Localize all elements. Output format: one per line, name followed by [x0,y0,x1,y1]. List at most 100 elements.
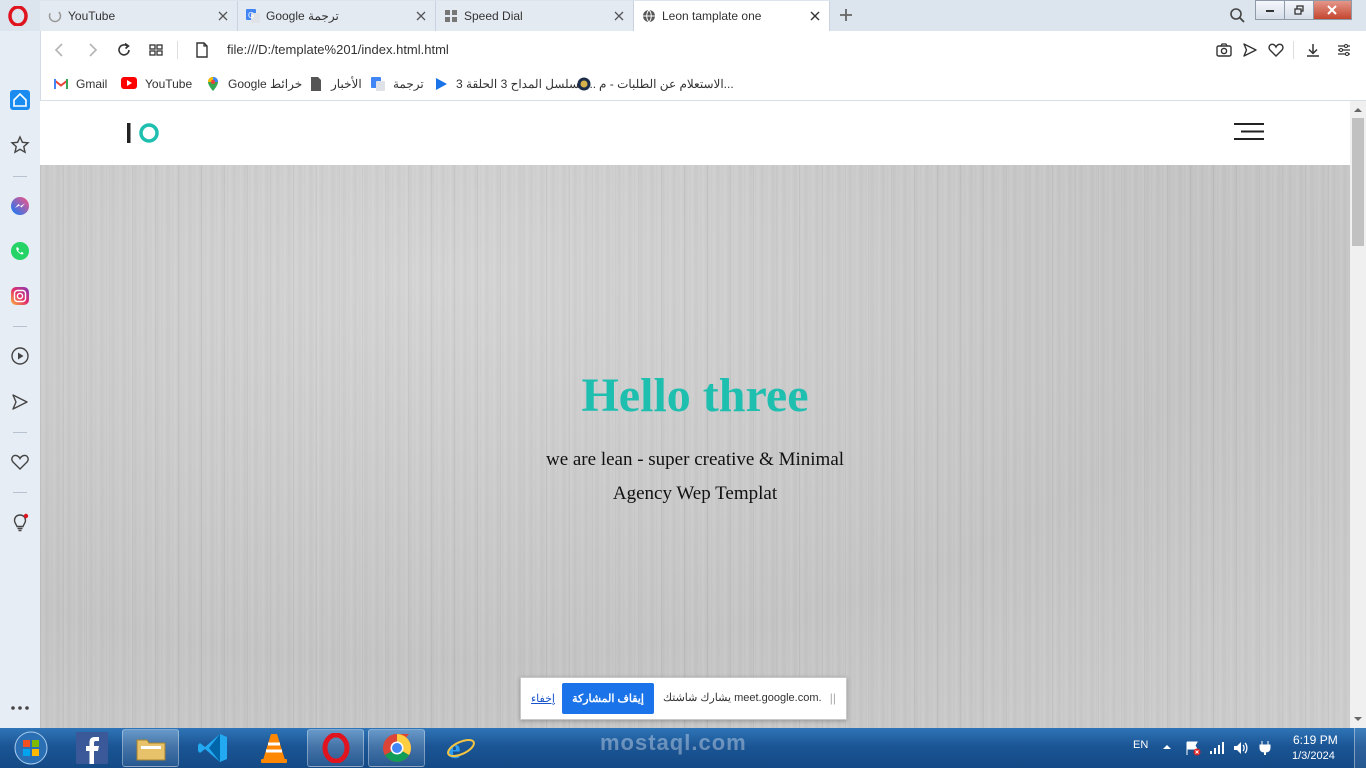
easy-setup-icon[interactable] [1335,41,1353,59]
whatsapp-icon[interactable] [8,239,32,263]
messenger-icon[interactable] [8,194,32,218]
google-maps-icon [206,77,220,91]
url-field[interactable]: file:///D:/template%201/index.html.html [227,42,449,57]
bookmark-label: ترجمة [393,77,424,91]
bookmark-translate[interactable]: ترجمة [371,75,424,93]
site-logo[interactable] [126,121,162,145]
heart-icon[interactable] [8,450,32,474]
lightbulb-icon[interactable] [8,511,32,535]
hero-title: Hello three [581,369,809,422]
clock-date[interactable]: 1/3/2024 [1292,750,1335,762]
file-icon [193,41,211,59]
sidebar [0,31,41,728]
vlc-taskbar-icon[interactable] [245,729,302,767]
send-icon[interactable] [1241,41,1259,59]
download-icon[interactable] [1304,41,1322,59]
youtube-icon [121,77,137,91]
scrollbar[interactable] [1350,101,1366,728]
bookmarks-star-icon[interactable] [8,133,32,157]
player-icon[interactable] [8,344,32,368]
file-explorer-taskbar-icon[interactable] [122,729,179,767]
close-icon[interactable] [217,10,229,22]
site-header [40,101,1350,165]
window-controls [1255,0,1353,20]
bookmark-series[interactable]: مسلسل المداح 3 الحلقة 3... [434,75,596,93]
taskbar: mostaql.com e EN 6:19 PM 1/3/2024 [0,728,1366,768]
speed-dial-icon [444,9,458,23]
bookmarks-bar: Gmail YouTube Google خرائط الأخبار ترجمة… [41,69,1366,101]
internet-explorer-taskbar-icon[interactable]: e [432,729,489,767]
bookmark-youtube[interactable]: YouTube [121,75,192,93]
minimize-icon[interactable] [1255,0,1285,20]
close-window-icon[interactable] [1312,0,1353,20]
snapshot-icon[interactable] [1215,41,1233,59]
reload-icon[interactable] [115,41,133,59]
opera-menu-icon[interactable] [8,6,28,26]
show-desktop-button[interactable] [1354,728,1366,768]
tab-speed-dial[interactable]: Speed Dial [436,1,634,31]
page-viewport: Hello three we are lean - super creative… [40,101,1350,728]
document-icon [309,77,323,91]
bookmark-requests-inquiry[interactable]: الاستعلام عن الطلبات - م... [577,75,734,93]
svg-text:G: G [248,11,254,20]
menu-hamburger-icon[interactable] [1234,122,1266,142]
close-icon[interactable] [613,10,625,22]
loading-icon [48,9,62,23]
chrome-taskbar-icon[interactable] [368,729,425,767]
tab-title: YouTube [68,9,116,23]
hide-share-bar-link[interactable]: إخفاء [531,692,555,705]
gmail-icon [54,77,68,91]
facebook-taskbar-icon[interactable] [63,729,120,767]
clock-time[interactable]: 6:19 PM [1293,733,1338,747]
watermark: mostaql.com [600,730,747,755]
bookmark-label: Gmail [76,77,108,91]
bookmark-google-maps[interactable]: Google خرائط [206,75,302,93]
tabs-grid-icon[interactable] [147,41,165,59]
home-icon[interactable] [8,88,32,112]
bookmark-label: الاستعلام عن الطلبات - م... [599,77,734,91]
tab-leon-template[interactable]: Leon tamplate one [634,1,830,31]
address-bar: file:///D:/template%201/index.html.html [41,31,1366,69]
tab-title: Leon tamplate one [662,9,762,23]
google-translate-icon [371,77,385,91]
flow-send-icon[interactable] [8,390,32,414]
action-center-flag-icon[interactable] [1185,740,1201,756]
bookmark-label: الأخبار [331,77,362,91]
tab-youtube[interactable]: YouTube [40,1,238,31]
bookmark-news[interactable]: الأخبار [309,75,362,93]
hero-subtitle: we are lean - super creative & Minimal [545,449,845,470]
tab-title: Speed Dial [464,9,523,23]
instagram-icon[interactable] [8,284,32,308]
close-icon[interactable] [809,10,821,22]
tab-google-translate[interactable]: G Google ترجمة [238,1,436,31]
network-signal-icon[interactable] [1209,740,1225,756]
share-message: يشارك شاشتك meet.google.com. [663,692,822,704]
volume-icon[interactable] [1233,740,1249,756]
drag-handle-icon[interactable]: || [830,691,836,705]
close-icon[interactable] [415,10,427,22]
new-tab-icon[interactable] [838,7,854,23]
emblem-icon [577,77,591,91]
tab-bar: YouTube G Google ترجمة Speed Dial Leon t… [0,0,1366,31]
restore-icon[interactable] [1283,0,1314,20]
show-hidden-icons-icon[interactable] [1162,742,1172,752]
start-button[interactable] [2,729,59,767]
opera-taskbar-icon[interactable] [307,729,364,767]
scroll-thumb[interactable] [1352,118,1364,246]
more-options-icon[interactable] [8,696,32,720]
vscode-taskbar-icon[interactable] [184,729,241,767]
bookmark-label: Google خرائط [228,77,303,91]
play-icon [434,77,448,91]
bookmark-gmail[interactable]: Gmail [54,75,107,93]
power-plug-icon[interactable] [1257,740,1273,756]
screen-share-bar: إخفاء إيقاف المشاركة يشارك شاشتك meet.go… [520,677,847,720]
bookmark-label: YouTube [145,77,193,91]
back-icon[interactable] [51,41,69,59]
globe-icon [642,9,656,23]
language-indicator[interactable]: EN [1133,739,1148,751]
forward-icon[interactable] [83,41,101,59]
stop-sharing-button[interactable]: إيقاف المشاركة [562,683,654,714]
search-tabs-icon[interactable] [1229,7,1245,23]
bookmark-label: مسلسل المداح 3 الحلقة 3... [456,77,597,91]
favorite-heart-icon[interactable] [1267,41,1285,59]
